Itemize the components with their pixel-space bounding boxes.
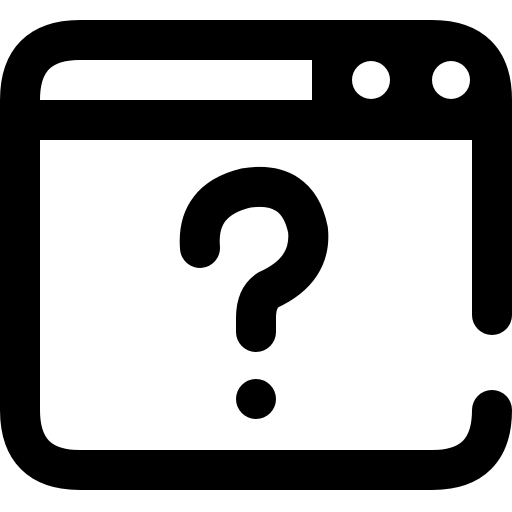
question-mark-dot-icon bbox=[236, 379, 276, 419]
window-dot-icon bbox=[352, 61, 390, 99]
window-dot-icon bbox=[432, 61, 470, 99]
browser-window-question-icon bbox=[0, 0, 512, 512]
question-mark-curve-icon bbox=[179, 166, 329, 352]
icon-canvas bbox=[0, 20, 512, 490]
